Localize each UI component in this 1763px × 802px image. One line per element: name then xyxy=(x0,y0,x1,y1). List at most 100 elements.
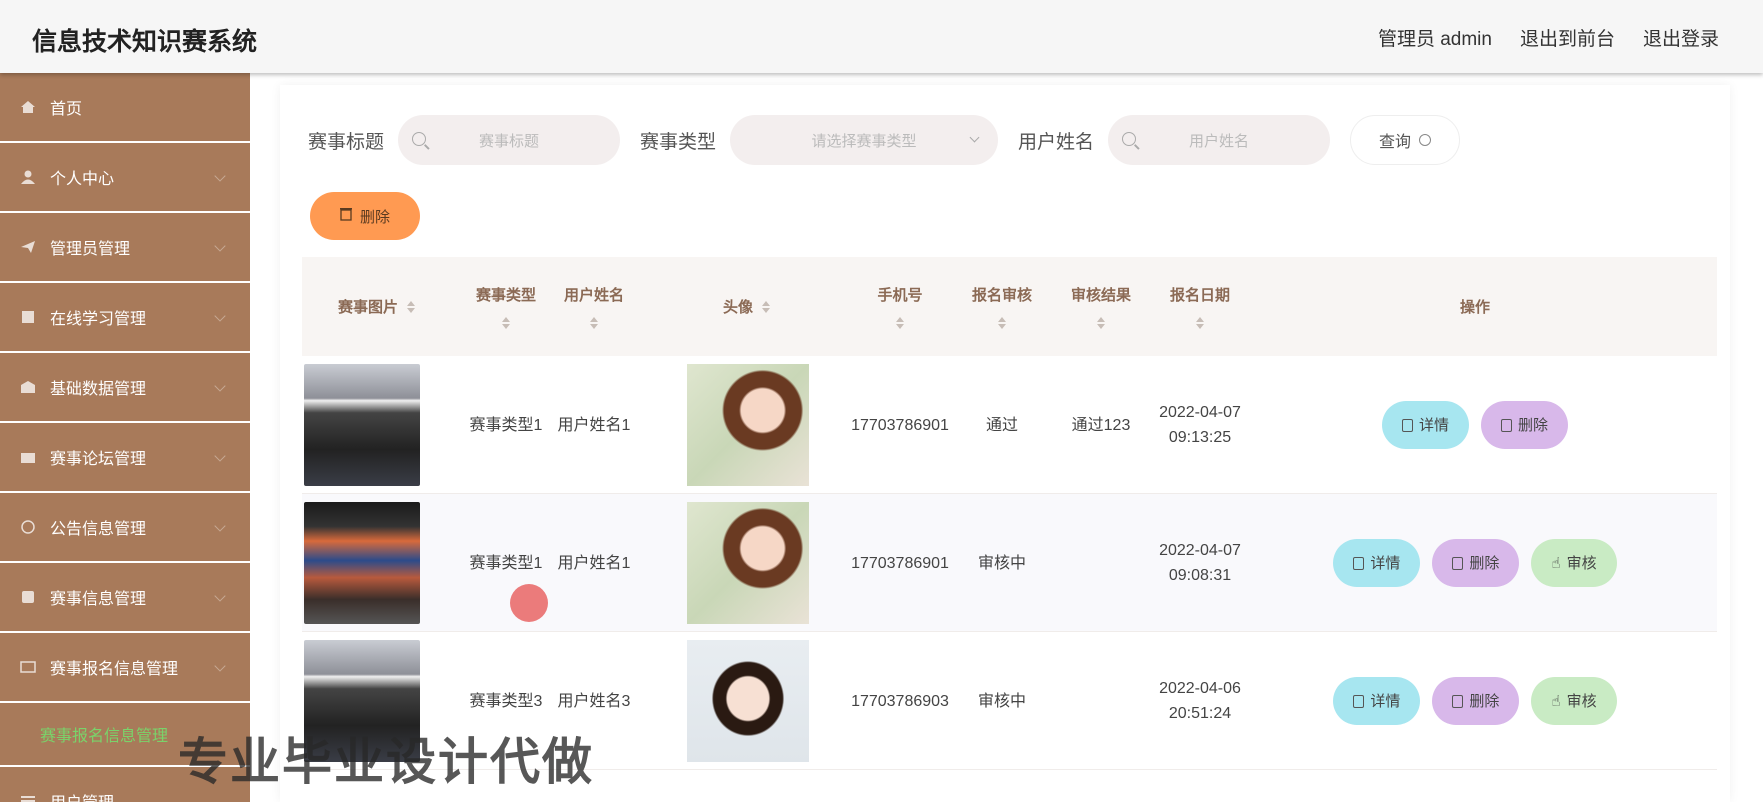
date-cell: 2022-04-06 20:51:24 xyxy=(1159,680,1241,722)
col-header-review[interactable]: 报名审核 xyxy=(952,257,1052,356)
content-panel: 赛事标题 赛事标题 赛事类型 请选择赛事类型 用户姓名 用户姓名 查询 删除 赛… xyxy=(280,85,1730,802)
sidebar-item-home[interactable]: 首页 xyxy=(0,73,250,141)
review-cell: 通过 xyxy=(985,416,1018,434)
batch-delete-button[interactable]: 删除 xyxy=(310,192,420,240)
col-header-result[interactable]: 审核结果 xyxy=(1052,257,1150,356)
name-cell: 用户姓名1 xyxy=(557,554,631,572)
search-icon xyxy=(412,132,427,146)
delete-button[interactable]: 删除 xyxy=(1481,401,1569,449)
delete-button[interactable]: 删除 xyxy=(1432,539,1520,587)
row-actions: 详情 删除 ☝ 审核 xyxy=(1250,632,1700,770)
query-button[interactable]: 查询 xyxy=(1350,115,1461,165)
search-icon xyxy=(1122,132,1137,146)
col-header-avatar[interactable]: 头像 xyxy=(682,257,812,356)
sort-icon xyxy=(589,317,599,329)
cursor-highlight xyxy=(510,584,548,622)
admin-label: 管理员 admin xyxy=(1377,29,1492,50)
detail-button[interactable]: 详情 xyxy=(1333,539,1421,587)
type-select[interactable]: 请选择赛事类型 xyxy=(730,115,999,165)
bell-icon xyxy=(20,520,36,534)
row-actions: 详情 删除 ☝ 审核 xyxy=(1250,494,1700,632)
detail-button[interactable]: 详情 xyxy=(1381,401,1469,449)
send-icon xyxy=(20,240,36,254)
sidebar-item-label: 在线学习管理 xyxy=(50,311,147,328)
chevron-down-icon xyxy=(214,310,226,322)
review-button[interactable]: ☝ 审核 xyxy=(1531,677,1617,725)
sort-icon xyxy=(1096,317,1106,329)
sidebar-item-admin[interactable]: 管理员管理 xyxy=(0,213,250,281)
sidebar-item-label: 公告信息管理 xyxy=(50,521,147,538)
chevron-down-icon xyxy=(214,170,226,182)
hand-pointer-icon: ☝ xyxy=(1551,554,1561,572)
sort-icon xyxy=(895,317,905,329)
exit-front-link[interactable]: 退出到前台 xyxy=(1520,24,1615,51)
trash-icon xyxy=(1452,556,1464,570)
logout-link[interactable]: 退出登录 xyxy=(1643,24,1719,51)
sidebar-item-label: 个人中心 xyxy=(50,171,115,188)
watermark: 专业毕业设计代做 xyxy=(178,733,594,791)
sort-icon xyxy=(406,300,416,313)
home-icon xyxy=(20,100,36,114)
sort-icon xyxy=(761,300,771,313)
date-cell: 2022-04-07 09:13:25 xyxy=(1159,404,1241,446)
sidebar-item-registration[interactable]: 赛事报名信息管理 xyxy=(0,633,250,701)
chevron-down-icon xyxy=(969,132,980,143)
result-cell xyxy=(1052,632,1150,770)
header-actions: 管理员 admin 退出到前台 退出登录 xyxy=(1378,24,1719,51)
chevron-down-icon xyxy=(214,590,226,602)
col-header-phone[interactable]: 手机号 xyxy=(850,257,950,356)
col-header-name[interactable]: 用户姓名 xyxy=(552,257,636,356)
sidebar-item-label: 赛事信息管理 xyxy=(50,591,147,608)
chevron-down-icon xyxy=(214,520,226,532)
sort-icon xyxy=(997,317,1007,329)
avatar xyxy=(687,364,809,486)
name-filter-label: 用户姓名 xyxy=(1018,131,1095,153)
type-filter-label: 赛事类型 xyxy=(640,131,717,153)
sidebar-item-contest[interactable]: 赛事信息管理 xyxy=(0,563,250,631)
title-search-input[interactable]: 赛事标题 xyxy=(398,115,621,165)
sidebar-item-label: 基础数据管理 xyxy=(50,381,147,398)
phone-cell: 17703786903 xyxy=(851,692,949,710)
main-content: 赛事标题 赛事标题 赛事类型 请选择赛事类型 用户姓名 用户姓名 查询 删除 赛… xyxy=(250,73,1763,802)
review-cell: 审核中 xyxy=(977,554,1026,572)
trash-icon xyxy=(1452,694,1464,708)
sidebar-item-label: 首页 xyxy=(50,101,83,118)
sidebar-item-forum[interactable]: 赛事论坛管理 xyxy=(0,423,250,491)
hand-pointer-icon: ☝ xyxy=(1551,692,1561,710)
contest-image xyxy=(304,364,420,486)
review-button[interactable]: ☝ 审核 xyxy=(1531,539,1617,587)
trophy-icon xyxy=(20,590,36,604)
review-cell: 审核中 xyxy=(977,692,1026,710)
app-title: 信息技术知识赛系统 xyxy=(32,28,258,56)
sidebar-item-basic-data[interactable]: 基础数据管理 xyxy=(0,353,250,421)
name-cell: 用户姓名1 xyxy=(557,416,631,434)
document-icon xyxy=(1353,556,1365,570)
sort-icon xyxy=(501,317,511,329)
form-icon xyxy=(20,660,36,674)
book-icon xyxy=(20,310,36,324)
sidebar-item-learning[interactable]: 在线学习管理 xyxy=(0,283,250,351)
col-header-type[interactable]: 赛事类型 xyxy=(464,257,548,356)
type-cell: 赛事类型1 xyxy=(469,416,543,434)
chevron-down-icon xyxy=(214,450,226,462)
col-header-image[interactable]: 赛事图片 xyxy=(302,257,452,356)
sidebar-item-notice[interactable]: 公告信息管理 xyxy=(0,493,250,561)
sidebar-item-label: 赛事论坛管理 xyxy=(50,451,147,468)
phone-cell: 17703786901 xyxy=(851,416,949,434)
chevron-up-icon xyxy=(214,660,226,672)
sidebar-item-profile[interactable]: 个人中心 xyxy=(0,143,250,211)
sidebar-item-label: 管理员管理 xyxy=(50,241,131,258)
document-icon xyxy=(1401,418,1413,432)
registration-table: 赛事图片 赛事类型 用户姓名 头像 手机号 报名审核 审核结果 报名日期 操作 … xyxy=(302,257,1717,770)
col-header-date[interactable]: 报名日期 xyxy=(1150,257,1250,356)
col-header-ops: 操作 xyxy=(1459,299,1490,316)
search-icon xyxy=(1419,134,1432,146)
sort-icon xyxy=(1195,317,1205,329)
detail-button[interactable]: 详情 xyxy=(1333,677,1421,725)
table-header: 赛事图片 赛事类型 用户姓名 头像 手机号 报名审核 审核结果 报名日期 操作 xyxy=(302,257,1717,356)
name-search-input[interactable]: 用户姓名 xyxy=(1108,115,1331,165)
delete-button[interactable]: 删除 xyxy=(1432,677,1520,725)
phone-cell: 17703786901 xyxy=(851,554,949,572)
result-cell: 通过123 xyxy=(1071,416,1131,434)
trash-icon xyxy=(1501,418,1512,432)
